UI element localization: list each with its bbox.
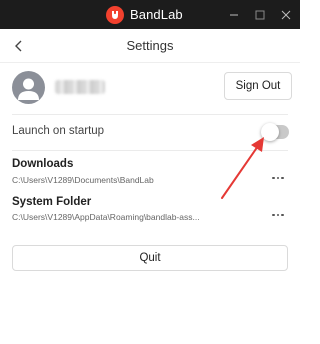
more-dot bbox=[281, 176, 284, 180]
settings-header: Settings bbox=[0, 29, 300, 63]
app-name: BandLab bbox=[130, 7, 183, 22]
user-icon bbox=[18, 78, 39, 100]
launch-on-startup-label: Launch on startup bbox=[12, 125, 105, 137]
close-button[interactable] bbox=[272, 0, 300, 29]
minimize-icon bbox=[230, 14, 238, 15]
downloads-title: Downloads bbox=[12, 158, 74, 170]
maximize-button[interactable] bbox=[246, 0, 274, 29]
toggle-knob bbox=[261, 123, 279, 141]
system-folder-title: System Folder bbox=[12, 196, 92, 208]
maximize-icon bbox=[255, 10, 265, 19]
minimize-button[interactable] bbox=[220, 0, 248, 29]
page-title: Settings bbox=[126, 38, 174, 53]
bandlab-logo-icon bbox=[106, 5, 124, 24]
quit-button[interactable]: Quit bbox=[12, 245, 288, 271]
app-brand: BandLab bbox=[106, 0, 183, 29]
divider bbox=[12, 150, 288, 151]
close-icon bbox=[281, 10, 291, 19]
avatar bbox=[12, 71, 45, 104]
more-horizontal-icon bbox=[272, 213, 275, 217]
launch-on-startup-toggle[interactable] bbox=[261, 123, 289, 141]
divider bbox=[12, 114, 288, 115]
more-dot bbox=[281, 213, 284, 217]
system-folder-more-button[interactable] bbox=[270, 210, 286, 220]
downloads-path: C:\Users\V1289\Documents\BandLab bbox=[12, 175, 154, 185]
downloads-more-button[interactable] bbox=[270, 173, 286, 183]
sign-out-button[interactable]: Sign Out bbox=[224, 72, 292, 100]
back-button[interactable] bbox=[10, 37, 28, 55]
system-folder-path: C:\Users\V1289\AppData\Roaming\bandlab-a… bbox=[12, 212, 200, 222]
title-bar: BandLab bbox=[0, 0, 300, 29]
more-dot bbox=[276, 213, 280, 217]
more-dot bbox=[276, 176, 280, 180]
chevron-left-icon bbox=[15, 40, 22, 52]
more-horizontal-icon bbox=[272, 176, 275, 180]
username-blurred bbox=[55, 80, 105, 94]
